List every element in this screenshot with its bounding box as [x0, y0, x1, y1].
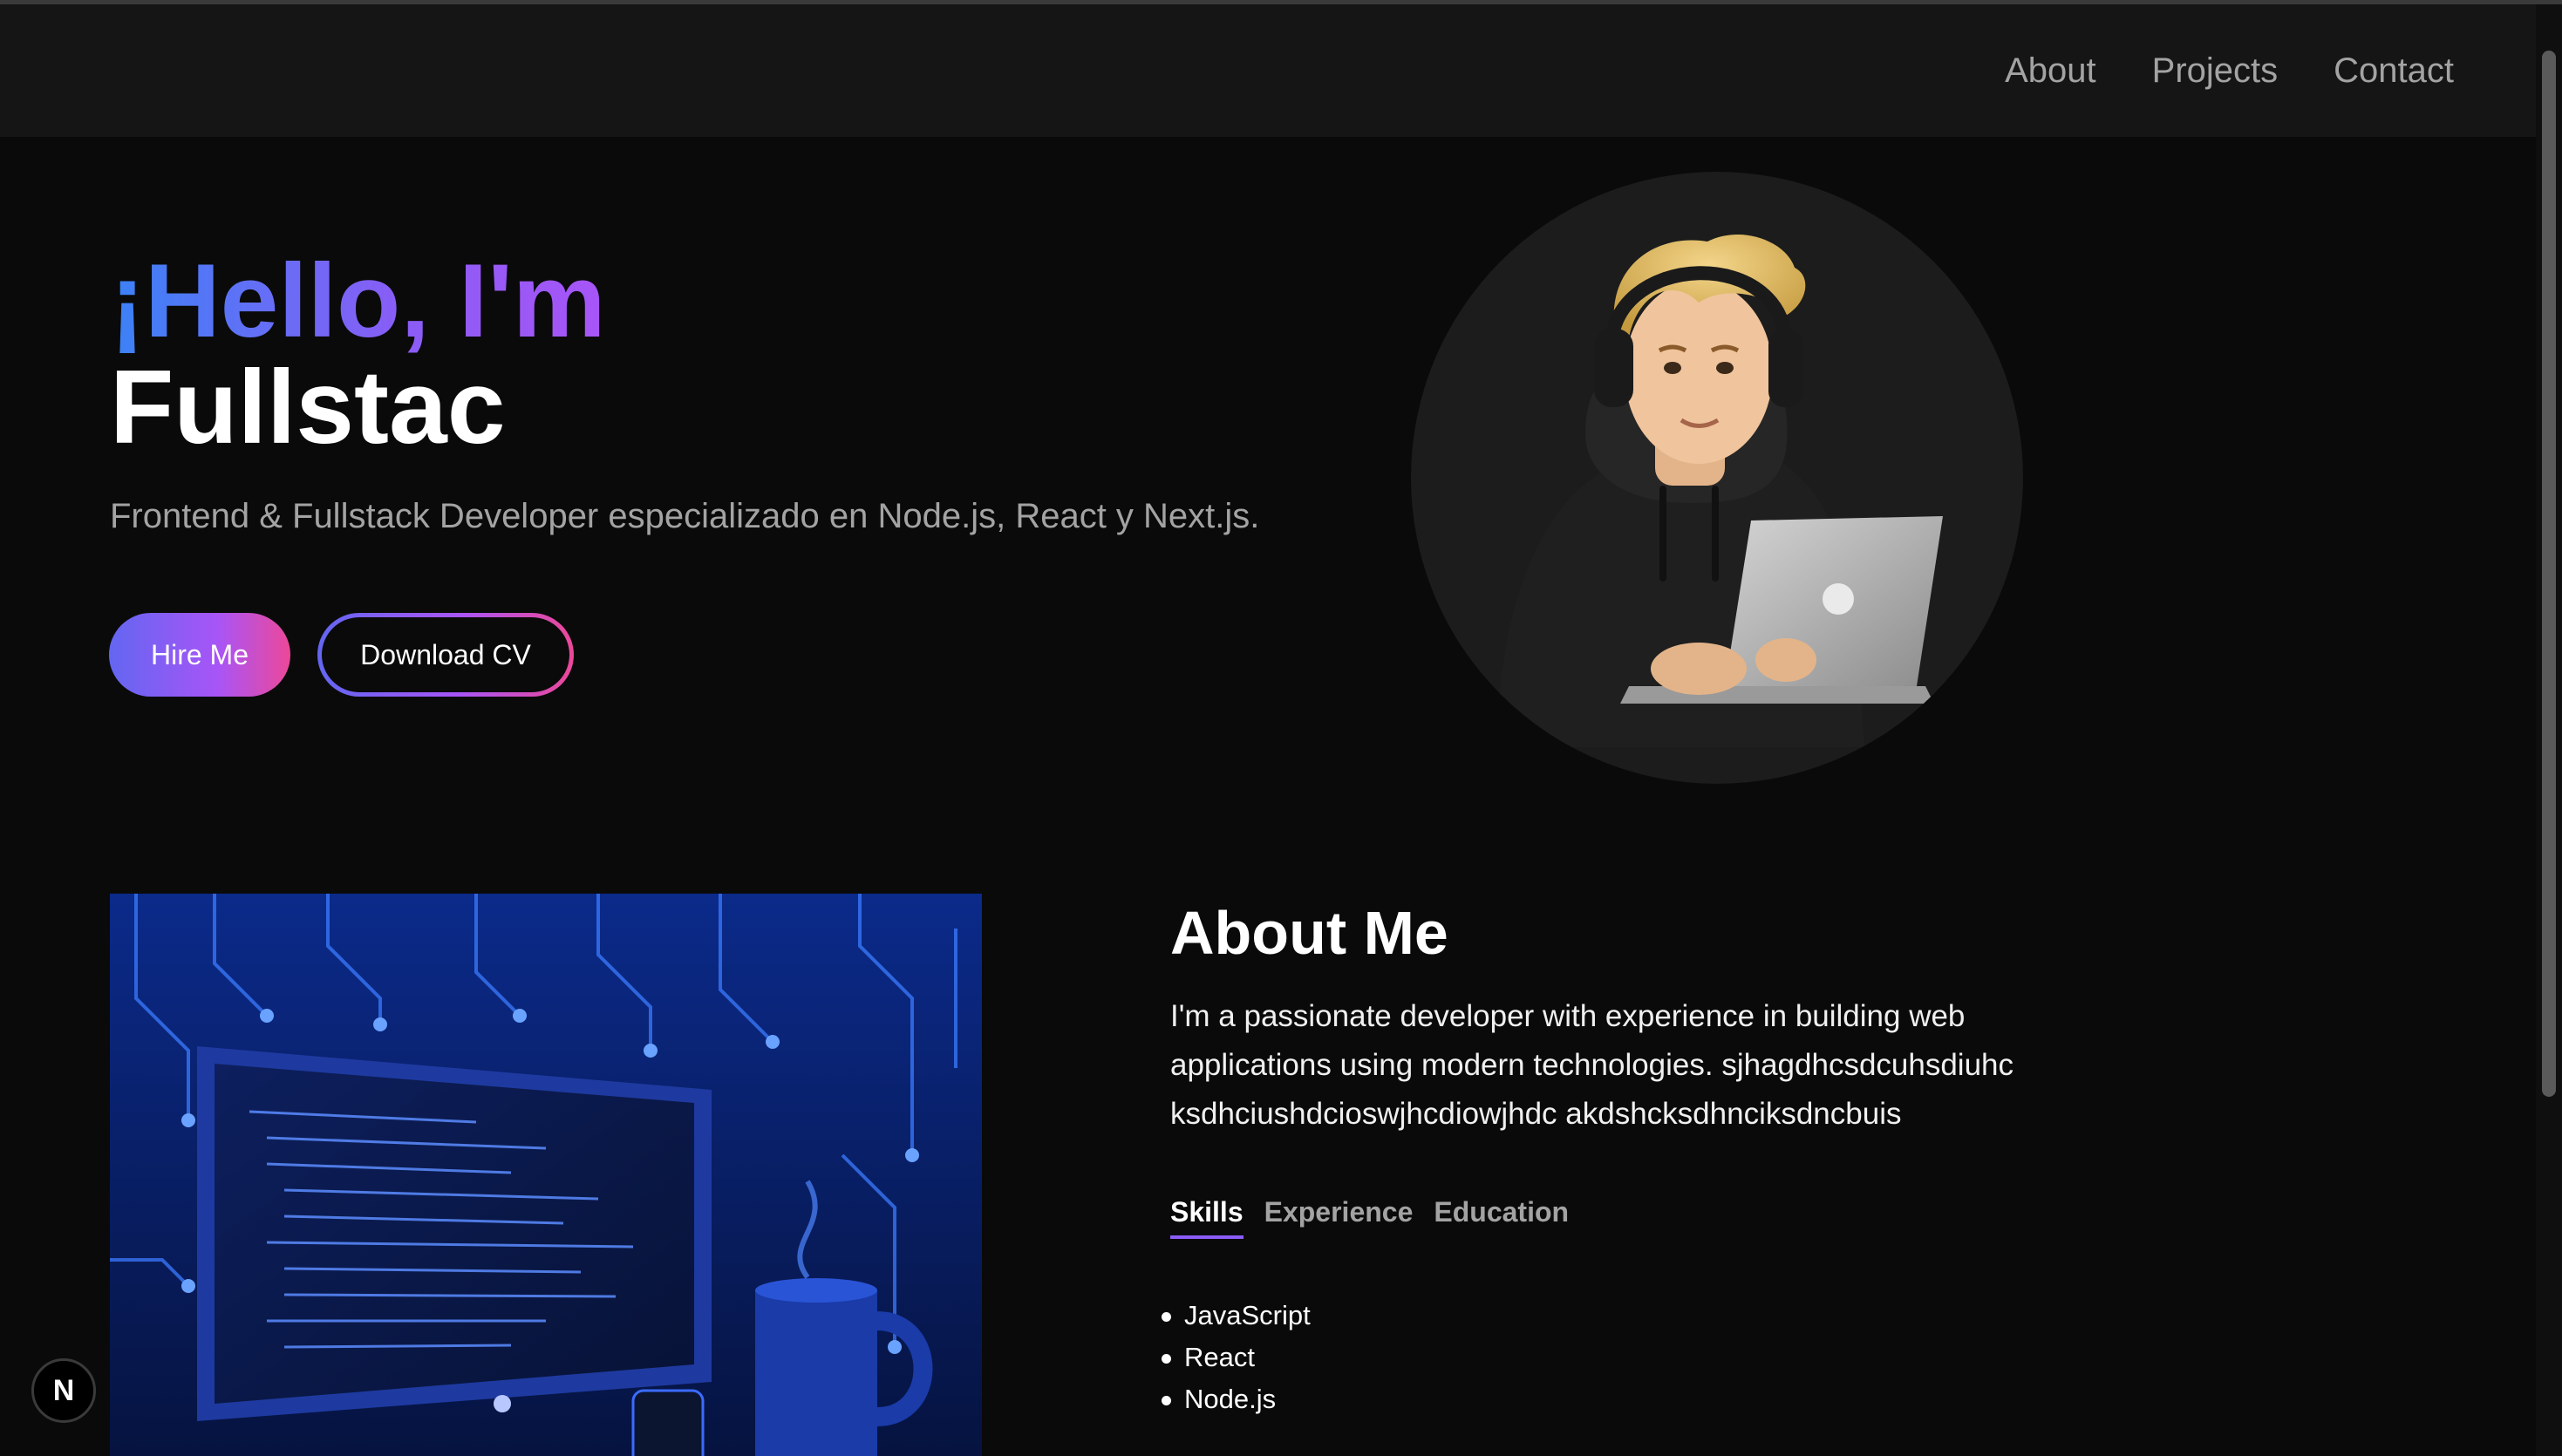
- tab-experience[interactable]: Experience: [1264, 1196, 1414, 1239]
- nav-about-link[interactable]: About: [2005, 51, 2096, 91]
- hero-subtitle: Frontend & Fullstack Developer especiali…: [110, 497, 1260, 535]
- computer-with-code-illustration: [110, 894, 982, 1456]
- list-item: JavaScript: [1162, 1295, 1311, 1337]
- scrollbar-thumb[interactable]: [2542, 51, 2556, 1097]
- navbar: About Projects Contact: [0, 4, 2536, 137]
- nav-projects-link[interactable]: Projects: [2152, 51, 2279, 91]
- tab-education[interactable]: Education: [1434, 1196, 1569, 1239]
- hero-greeting: ¡Hello, I'm: [110, 242, 606, 359]
- about-image: [110, 894, 982, 1456]
- nav-contact-link[interactable]: Contact: [2334, 51, 2454, 91]
- download-cv-button[interactable]: Download CV: [322, 617, 569, 692]
- list-item: React: [1162, 1337, 1311, 1378]
- nextjs-logo-icon[interactable]: N: [31, 1358, 96, 1423]
- hero-title: ¡Hello, I'm Fullstac: [110, 248, 606, 459]
- about-tabs: Skills Experience Education: [1170, 1196, 1569, 1239]
- about-title: About Me: [1170, 899, 1448, 967]
- list-item: Node.js: [1162, 1378, 1311, 1420]
- about-description: I'm a passionate developer with experien…: [1170, 999, 2014, 1131]
- developer-with-laptop-illustration: [1489, 234, 1943, 747]
- download-cv-button-border: Download CV: [317, 613, 574, 697]
- skills-list: JavaScript React Node.js: [1162, 1295, 1311, 1420]
- avatar-image: [1411, 172, 2023, 784]
- tab-skills[interactable]: Skills: [1170, 1196, 1244, 1239]
- page: About Projects Contact ¡Hello, I'm Fulls…: [0, 0, 2562, 1456]
- hire-me-button[interactable]: Hire Me: [109, 613, 290, 697]
- hero-role: Fullstac: [110, 349, 506, 466]
